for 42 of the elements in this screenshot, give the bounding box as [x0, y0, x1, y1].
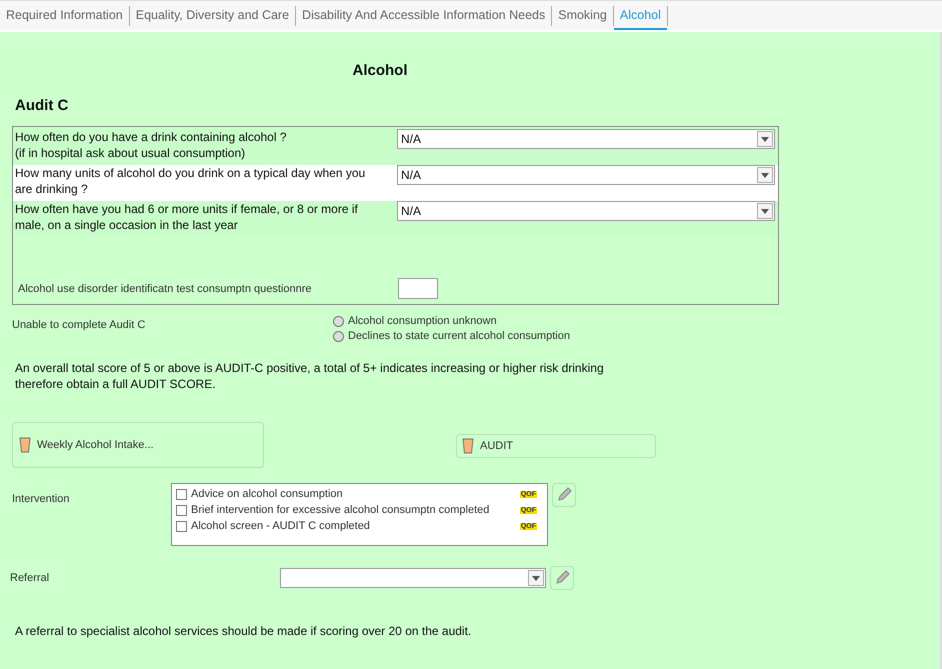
edit-button[interactable] [552, 483, 576, 507]
audit-button[interactable]: AUDIT [456, 434, 656, 458]
field-label: Intervention [12, 493, 70, 505]
field-label: Unable to complete Audit C [12, 319, 146, 333]
checkbox[interactable] [176, 520, 187, 532]
caret-icon [761, 172, 769, 178]
page-title: Alcohol [352, 62, 408, 79]
radio-label: Declines to state current alcohol consumption [348, 330, 570, 342]
radio-button[interactable] [333, 316, 344, 326]
checkbox[interactable] [176, 488, 187, 500]
cup-icon [462, 438, 474, 454]
checkbox-label: Advice on alcohol consumption [191, 488, 344, 500]
info-text: A referral to specialist alcohol services should be made if scoring over 20 on the audit. [15, 624, 472, 638]
dropdown[interactable]: N/A [397, 129, 775, 149]
caret-icon [761, 208, 769, 214]
pencil-icon [556, 487, 572, 503]
score-field[interactable] [398, 278, 438, 299]
tab[interactable]: Smoking [552, 1, 613, 30]
tab[interactable]: Disability And Accessible Information Needs [296, 1, 552, 30]
question-text: How often have you had 6 or more units if female, or 8 or more if male, on a single occasion in the last year [15, 201, 359, 234]
edit-button[interactable] [550, 566, 574, 590]
caret-icon [761, 136, 769, 142]
dropdown[interactable]: N/A [397, 165, 775, 185]
referral-dropdown[interactable] [280, 568, 546, 588]
checkbox[interactable] [176, 504, 187, 516]
score-label: Alcohol use disorder identificatn test consumptn questionnre [18, 282, 313, 294]
question-text: How often do you have a drink containing alcohol ? (if in hospital ask about usual consumption) [15, 129, 288, 162]
field-label: Referral [10, 572, 50, 584]
cup-icon [19, 437, 31, 453]
weekly-intake-button[interactable]: Weekly Alcohol Intake... [12, 422, 264, 468]
radio-button[interactable] [333, 330, 344, 342]
radio-label: Alcohol consumption unknown [348, 315, 497, 327]
dropdown[interactable]: N/A [397, 201, 775, 221]
section-heading: Audit C [15, 97, 70, 114]
question-text: How many units of alcohol do you drink on a typical day when you are drinking ? [15, 165, 366, 198]
info-text: An overall total score of 5 or above is AUDIT-C positive, a total of 5+ indicates increasing or higher risk drinking therefore obtain a full AUDIT SCORE. [15, 360, 605, 392]
pencil-icon [554, 570, 570, 586]
tab[interactable]: Equality, Diversity and Care [130, 1, 296, 30]
checkbox-label: Alcohol screen - AUDIT C completed [191, 520, 371, 532]
caret-icon [532, 576, 540, 580]
tab[interactable]: Required Information [0, 1, 129, 30]
checkbox-label: Brief intervention for excessive alcohol consumptn completed [191, 504, 490, 516]
